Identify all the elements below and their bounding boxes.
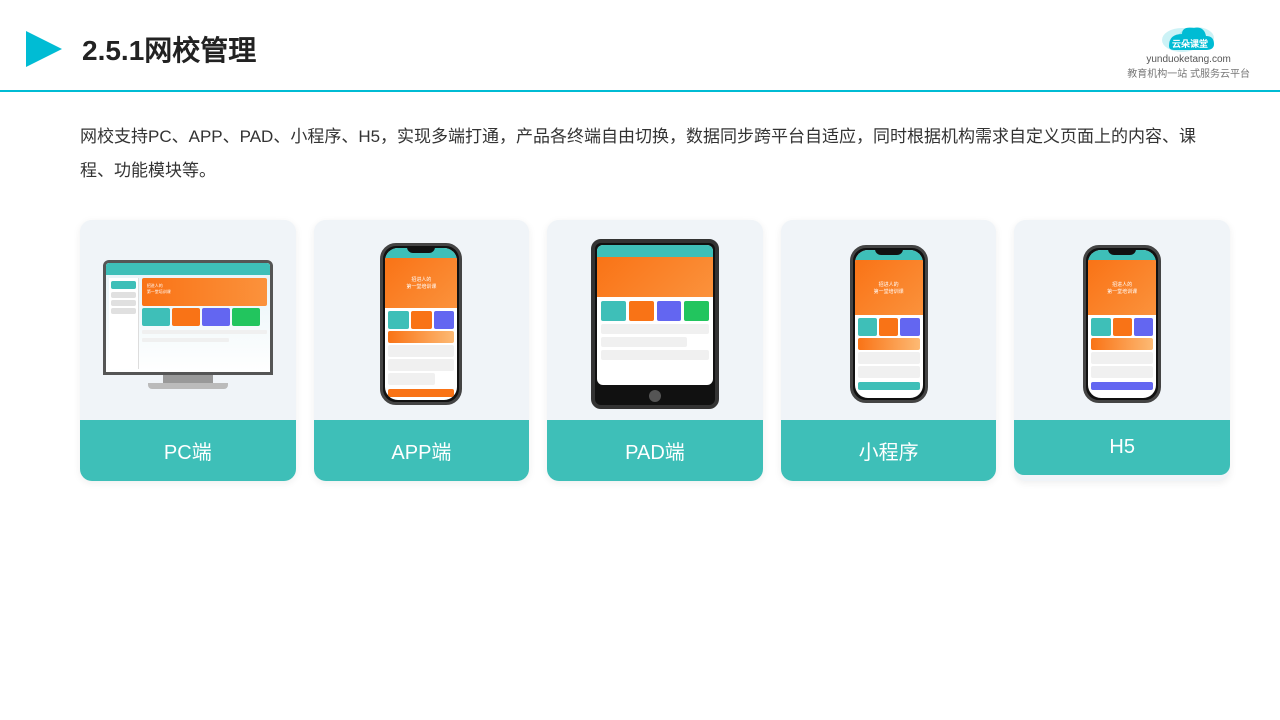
brand-sub-text: 教育机构一站 式服务云平台: [1127, 65, 1250, 80]
main-content: 网校支持PC、APP、PAD、小程序、H5，实现多端打通，产品各终端自由切换，数…: [0, 92, 1280, 501]
brand-tagline: yunduoketang.com: [1146, 54, 1231, 65]
logo-arrow-icon: [20, 25, 68, 73]
card-pc-image: 招进人的第一堂培训课: [80, 220, 296, 420]
card-pc-label: PC端: [80, 420, 296, 481]
card-miniprogram-label: 小程序: [781, 420, 997, 481]
card-h5-image: 招进人的第一堂培训课: [1014, 220, 1230, 420]
card-pad-label: PAD端: [547, 420, 763, 481]
pc-mockup: 招进人的第一堂培训课: [103, 260, 273, 389]
card-miniprogram: 招进人的第一堂培训课: [781, 220, 997, 481]
cloud-logo-icon: 云朵课堂: [1154, 18, 1224, 54]
card-app: 招进人的第一堂培训课: [314, 220, 530, 481]
tablet-mockup: [591, 239, 719, 409]
card-app-label: APP端: [314, 420, 530, 481]
page-title: 2.5.1网校管理: [82, 29, 256, 69]
description-text: 网校支持PC、APP、PAD、小程序、H5，实现多端打通，产品各终端自由切换，数…: [80, 120, 1230, 188]
brand-icon: 云朵课堂: [1154, 18, 1224, 54]
card-h5: 招进人的第一堂培训课: [1014, 220, 1230, 481]
phone-mockup-h5: 招进人的第一堂培训课: [1083, 245, 1161, 403]
header: 2.5.1网校管理 云朵课堂 yunduoketang.com 教育机构一站 式…: [0, 0, 1280, 92]
svg-text:云朵课堂: 云朵课堂: [1172, 38, 1208, 49]
card-app-image: 招进人的第一堂培训课: [314, 220, 530, 420]
card-pc: 招进人的第一堂培训课: [80, 220, 296, 481]
platform-cards: 招进人的第一堂培训课: [80, 220, 1230, 481]
brand-logo: 云朵课堂 yunduoketang.com 教育机构一站 式服务云平台: [1127, 18, 1250, 80]
header-left: 2.5.1网校管理: [20, 25, 256, 73]
phone-mockup-app: 招进人的第一堂培训课: [380, 243, 462, 405]
phone-mockup-mini: 招进人的第一堂培训课: [850, 245, 928, 403]
card-miniprogram-image: 招进人的第一堂培训课: [781, 220, 997, 420]
card-pad: PAD端: [547, 220, 763, 481]
card-h5-label: H5: [1014, 420, 1230, 475]
card-pad-image: [547, 220, 763, 420]
